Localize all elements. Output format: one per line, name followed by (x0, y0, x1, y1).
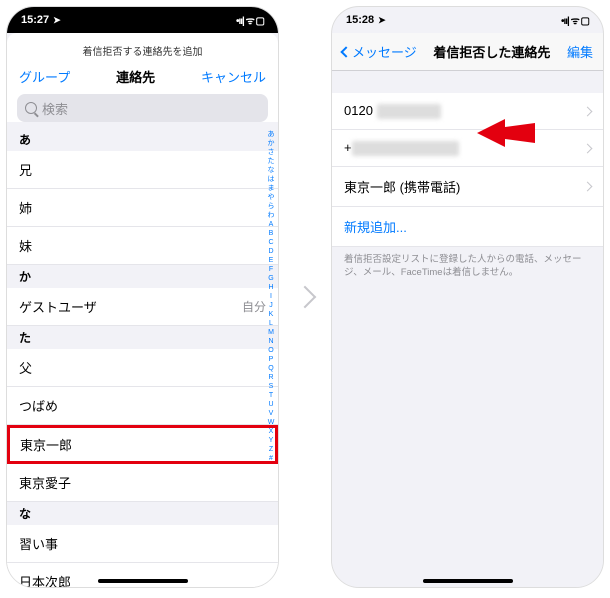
contacts-title: 連絡先 (116, 67, 155, 86)
contact-row-me[interactable]: ゲストユーザ 自分 (7, 288, 278, 326)
callout-arrow-icon (477, 113, 537, 153)
contact-row[interactable]: 兄 (7, 151, 278, 189)
chevron-right-icon (583, 143, 593, 153)
contact-row[interactable]: 習い事 (7, 525, 278, 563)
transition-arrow (297, 6, 313, 588)
search-placeholder: 検索 (42, 99, 68, 118)
contact-row[interactable]: 日本次郎 (7, 563, 278, 588)
section-header-ka: か (7, 265, 278, 288)
groups-link[interactable]: グループ (19, 67, 70, 86)
footnote: 着信拒否設定リストに登録した人からの電話、メッセージ、メール、FaceTimeは… (332, 247, 603, 280)
back-label: メッセージ (352, 42, 417, 61)
contact-row[interactable]: 妹 (7, 227, 278, 265)
location-icon: ➤ (378, 15, 386, 26)
contact-row-highlighted[interactable]: 東京一郎 (7, 425, 278, 464)
chevron-right-icon (294, 286, 317, 309)
redacted: XX XXXXXXXXXX (352, 141, 460, 156)
sheet-header: 着信拒否する連絡先を追加 グループ 連絡先 キャンセル 検索 (7, 33, 278, 122)
home-indicator[interactable] (423, 579, 513, 583)
status-icons: •ıı| ᯤ ▢ (561, 13, 589, 27)
left-phone: 15:27 ➤ •ıı| ᯤ ▢ 着信拒否する連絡先を追加 グループ 連絡先 キ… (6, 6, 279, 588)
status-time: 15:28 (346, 14, 374, 26)
blocked-row[interactable]: 0120 XXX XXXX (332, 93, 603, 130)
section-header-a: あ (7, 128, 278, 151)
back-button[interactable]: メッセージ (342, 42, 417, 61)
blocked-row[interactable]: +XX XXXXXXXXXX (332, 130, 603, 167)
chevron-right-icon (583, 106, 593, 116)
contact-row[interactable]: つばめ (7, 387, 278, 425)
blocked-list-body: 0120 XXX XXXX +XX XXXXXXXXXX 東京一郎 (携帯電話)… (332, 71, 603, 587)
index-scrubber[interactable]: あかさたなはまやらわABCDEFGHIJKLMNOPQRSTUVWXYZ# (265, 128, 277, 463)
location-icon: ➤ (53, 15, 61, 26)
nav-bar: メッセージ 着信拒否した連絡先 編集 (332, 33, 603, 71)
chevron-left-icon (340, 46, 351, 57)
cancel-button[interactable]: キャンセル (201, 67, 266, 86)
section-header-na: な (7, 502, 278, 525)
me-label: 自分 (242, 298, 266, 315)
home-indicator[interactable] (98, 579, 188, 583)
page-title: 着信拒否した連絡先 (433, 42, 550, 61)
contact-row[interactable]: 東京愛子 (7, 464, 278, 502)
contact-row[interactable]: 姉 (7, 189, 278, 227)
status-time: 15:27 (21, 14, 49, 26)
status-icons: •ıı| ᯤ ▢ (236, 13, 264, 27)
chevron-right-icon (583, 182, 593, 192)
search-input[interactable]: 検索 (17, 94, 268, 122)
contact-row[interactable]: 父 (7, 349, 278, 387)
contacts-list[interactable]: あ 兄 姉 妹 か ゲストユーザ 自分 た 父 つばめ 東京一郎 東京愛子 な … (7, 128, 278, 588)
blocked-row[interactable]: 東京一郎 (携帯電話) (332, 167, 603, 207)
search-icon (25, 102, 37, 114)
status-bar: 15:27 ➤ •ıı| ᯤ ▢ (7, 7, 278, 33)
status-bar: 15:28 ➤ •ıı| ᯤ ▢ (332, 7, 603, 33)
section-header-ta: た (7, 326, 278, 349)
right-phone: 15:28 ➤ •ıı| ᯤ ▢ メッセージ 着信拒否した連絡先 編集 0120… (331, 6, 604, 588)
add-new-row[interactable]: 新規追加... (332, 207, 603, 247)
redacted: XXX XXXX (377, 104, 441, 119)
sheet-subtitle: 着信拒否する連絡先を追加 (7, 39, 278, 63)
edit-button[interactable]: 編集 (567, 42, 593, 61)
